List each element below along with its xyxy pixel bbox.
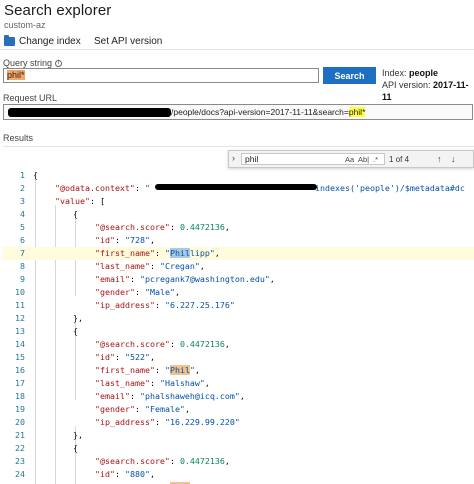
- code-line: 14 "@search.score": 0.4472136,: [15, 339, 230, 349]
- code-line: 16 "first_name": "Phil",: [15, 365, 200, 375]
- code-line: 9 "email": "pcregank7@washington.edu",: [20, 274, 275, 284]
- code-line: 22{: [15, 443, 78, 453]
- service-name: custom-az: [4, 20, 46, 30]
- change-index-label: Change index: [19, 35, 81, 47]
- code-line: 18 "email": "phalshaweh@icq.com",: [15, 391, 245, 401]
- query-string-label: Query string i: [3, 58, 63, 68]
- code-line: 17 "last_name": "Halshaw",: [15, 378, 210, 388]
- folder-icon: [4, 34, 15, 46]
- change-index-button[interactable]: Change index: [4, 34, 81, 48]
- match-count: 1 of 4: [389, 155, 410, 164]
- results-label: Results: [3, 133, 34, 143]
- code-line: 1{: [20, 170, 38, 180]
- index-label: Index:: [382, 68, 407, 78]
- code-line: 12},: [15, 313, 83, 323]
- grid-icon: [80, 36, 90, 46]
- code-line: 8 "last_name": "Cregan",: [20, 261, 205, 271]
- next-match-icon[interactable]: ↓: [451, 154, 456, 164]
- search-match-highlight: Phil: [169, 248, 190, 258]
- request-url-label: Request URL: [3, 93, 58, 103]
- find-widget: › phil Aa Ab| .* 1 of 4 ↑ ↓: [228, 150, 474, 168]
- whole-word-toggle[interactable]: Ab|: [358, 155, 369, 164]
- index-info: Index: people API version: 2017-11-11: [382, 67, 474, 103]
- code-line: 24 "id": "880",: [15, 469, 155, 479]
- code-line: 5 "@search.score": 0.4472136,: [20, 222, 230, 232]
- search-match-highlight: Phil: [169, 365, 190, 375]
- redaction-bar: [155, 184, 317, 190]
- toggle-replace-icon[interactable]: ›: [232, 153, 235, 163]
- code-line: 10 "gender": "Male",: [15, 287, 180, 297]
- set-api-version-label: Set API version: [94, 35, 163, 47]
- request-url-field[interactable]: /people/docs?api-version=2017-11-11&sear…: [3, 104, 473, 120]
- code-line: 11 "ip_address": "6.227.25.176": [15, 300, 235, 310]
- regex-toggle[interactable]: .*: [373, 155, 378, 164]
- code-line: 23 "@search.score": 0.4472136,: [15, 456, 230, 466]
- code-line: 6 "id": "728",: [20, 235, 155, 245]
- code-line: 4{: [20, 209, 78, 219]
- page-title: Search explorer: [4, 2, 112, 19]
- code-line: 21},: [15, 430, 83, 440]
- search-button[interactable]: Search: [323, 67, 376, 84]
- request-url-text: /people/docs?api-version=2017-11-11&sear…: [171, 107, 366, 117]
- code-line: 7 "first_name": "Phillipp",: [3, 247, 474, 260]
- set-api-version-button[interactable]: Set API version: [80, 34, 162, 48]
- api-version-label: API version:: [382, 80, 431, 90]
- query-string-input[interactable]: phil*: [3, 68, 319, 83]
- code-line: 19 "gender": "Female",: [15, 404, 190, 414]
- context-url-tail: indexes('people')/$metadata#dc: [315, 183, 465, 193]
- code-line: 13{: [15, 326, 78, 336]
- index-value: people: [409, 68, 439, 78]
- code-line: 20 "ip_address": "16.229.99.220": [15, 417, 240, 427]
- match-case-toggle[interactable]: Aa: [345, 155, 354, 164]
- query-value: phil*: [7, 70, 25, 80]
- redaction-bar: [8, 108, 171, 117]
- code-line: 3 "value": [: [20, 196, 105, 206]
- request-url-highlight: phil*: [348, 107, 366, 117]
- toolbar: Change index Set API version: [0, 31, 474, 50]
- code-line: 15 "id": "522",: [15, 352, 155, 362]
- previous-match-icon[interactable]: ↑: [437, 154, 442, 164]
- results-editor[interactable]: 1{ 2 "@odata.context": " indexes('people')…: [3, 146, 474, 484]
- info-icon[interactable]: i: [55, 59, 63, 67]
